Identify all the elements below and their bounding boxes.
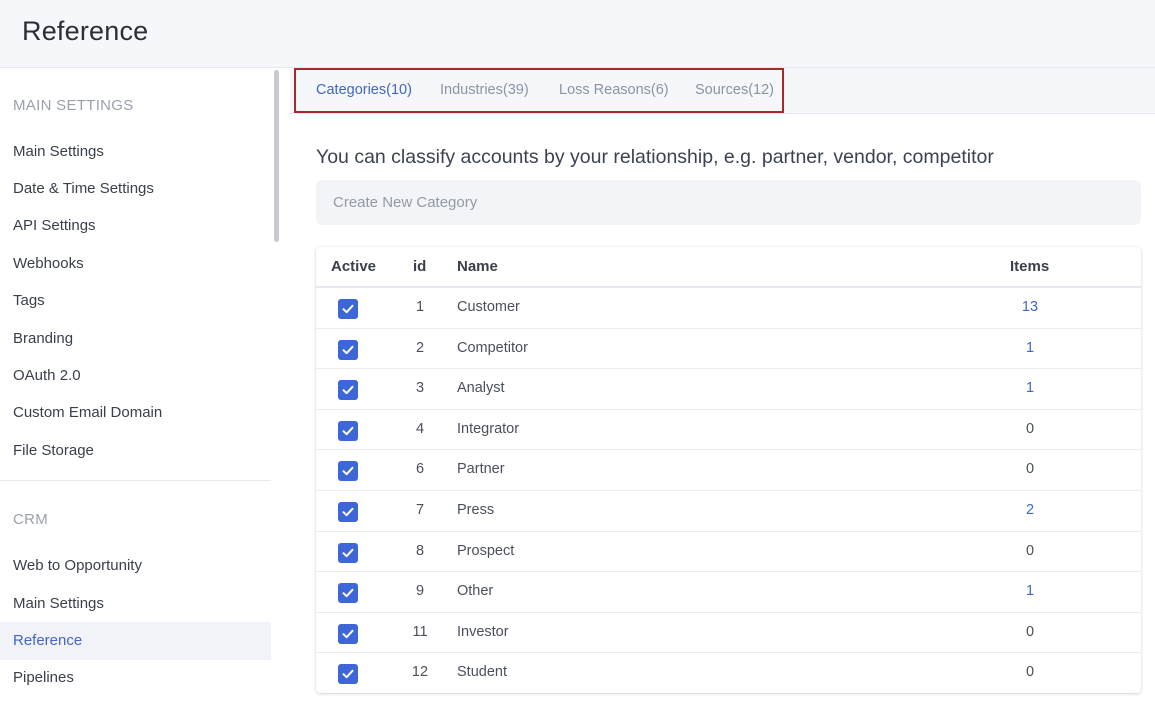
row-id: 2 bbox=[415, 339, 425, 356]
row-name: Competitor bbox=[457, 339, 528, 356]
column-header-active: Active bbox=[331, 258, 377, 275]
column-header-name: Name bbox=[457, 258, 498, 275]
sidebar: MAIN SETTINGS Main Settings Date & Time … bbox=[0, 68, 283, 704]
row-name: Student bbox=[457, 664, 507, 681]
active-checkbox[interactable] bbox=[338, 299, 358, 319]
tab-loss-reasons[interactable]: Loss Reasons(6) bbox=[559, 82, 669, 98]
tab-categories[interactable]: Categories(10) bbox=[316, 82, 412, 98]
table-row: 1 Customer 13 bbox=[316, 288, 1141, 329]
page-title: Reference bbox=[22, 16, 149, 46]
row-id: 11 bbox=[412, 623, 428, 640]
sidebar-item-reference[interactable]: Reference bbox=[0, 622, 271, 660]
row-items-link[interactable]: 1 bbox=[1000, 380, 1060, 396]
tab-bar: Categories(10) Industries(39) Loss Reaso… bbox=[290, 68, 1155, 114]
sidebar-item-webhooks[interactable]: Webhooks bbox=[0, 245, 271, 283]
active-checkbox[interactable] bbox=[338, 623, 358, 644]
tab-industries[interactable]: Industries(39) bbox=[440, 82, 529, 98]
checkmark-icon bbox=[342, 588, 354, 598]
row-name: Analyst bbox=[457, 380, 505, 397]
page-header: Reference bbox=[0, 0, 1155, 68]
table-row: 11 Investor 0 bbox=[316, 613, 1141, 654]
table-row: 3 Analyst 1 bbox=[316, 369, 1141, 410]
sidebar-item-crm-main-settings[interactable]: Main Settings bbox=[0, 585, 271, 623]
row-items-link[interactable]: 1 bbox=[1000, 583, 1060, 599]
tab-group-highlight: Categories(10) Industries(39) Loss Reaso… bbox=[294, 68, 784, 113]
row-name: Other bbox=[457, 583, 494, 600]
row-id: 1 bbox=[415, 299, 425, 315]
row-name: Partner bbox=[457, 461, 505, 478]
table-row: 6 Partner 0 bbox=[316, 450, 1141, 491]
sidebar-item-main-settings[interactable]: Main Settings bbox=[0, 133, 271, 171]
checkmark-icon bbox=[342, 548, 354, 557]
sidebar-item-branding[interactable]: Branding bbox=[0, 320, 271, 358]
active-checkbox[interactable] bbox=[338, 502, 358, 522]
checkmark-icon bbox=[342, 670, 354, 679]
row-name: Integrator bbox=[457, 420, 520, 437]
table-row: 4 Integrator 0 bbox=[316, 410, 1141, 451]
create-category-input[interactable] bbox=[316, 180, 1141, 225]
row-id: 7 bbox=[415, 502, 425, 518]
table-row: 9 Other 1 bbox=[316, 572, 1141, 613]
active-checkbox[interactable] bbox=[338, 664, 358, 685]
row-id: 6 bbox=[415, 461, 425, 478]
row-items-link[interactable]: 1 bbox=[1000, 340, 1060, 356]
row-name: Press bbox=[457, 502, 495, 518]
row-items: 0 bbox=[1025, 420, 1035, 437]
sidebar-item-web-to-opportunity[interactable]: Web to Opportunity bbox=[0, 547, 271, 585]
row-name: Investor bbox=[457, 623, 509, 640]
sidebar-item-tags[interactable]: Tags bbox=[0, 282, 271, 320]
sidebar-section-crm: CRM bbox=[13, 511, 49, 528]
row-id: 8 bbox=[415, 542, 425, 559]
column-header-id: id bbox=[413, 258, 427, 275]
checkmark-icon bbox=[342, 426, 354, 435]
table-row: 12 Student 0 bbox=[316, 653, 1141, 694]
active-checkbox[interactable] bbox=[338, 420, 358, 441]
checkmark-icon bbox=[342, 385, 354, 395]
row-items: 0 bbox=[1025, 542, 1035, 559]
categories-table: Active id Name Items 1 Customer 13 2 Competi… bbox=[316, 247, 1141, 693]
row-items-link[interactable]: 2 bbox=[1000, 502, 1060, 518]
active-checkbox[interactable] bbox=[338, 583, 358, 604]
row-items: 0 bbox=[1025, 623, 1035, 640]
sidebar-item-date-time-settings[interactable]: Date & Time Settings bbox=[0, 170, 271, 208]
row-items: 0 bbox=[1025, 664, 1035, 681]
active-checkbox[interactable] bbox=[338, 339, 358, 360]
table-row: 2 Competitor 1 bbox=[316, 329, 1141, 370]
table-header: Active id Name Items bbox=[316, 247, 1141, 288]
active-checkbox[interactable] bbox=[338, 542, 358, 563]
sidebar-item-oauth[interactable]: OAuth 2.0 bbox=[0, 357, 271, 395]
sidebar-scrollbar[interactable] bbox=[274, 70, 279, 242]
row-items-link[interactable]: 13 bbox=[1000, 299, 1060, 315]
sidebar-item-custom-email-domain[interactable]: Custom Email Domain bbox=[0, 394, 271, 432]
checkmark-icon bbox=[342, 507, 354, 517]
page-description: You can classify accounts by your relati… bbox=[316, 146, 994, 168]
row-id: 9 bbox=[415, 583, 425, 600]
row-id: 4 bbox=[415, 420, 425, 437]
table-row: 8 Prospect 0 bbox=[316, 532, 1141, 573]
sidebar-item-pipelines[interactable]: Pipelines bbox=[0, 659, 271, 697]
sidebar-divider bbox=[0, 480, 271, 481]
checkmark-icon bbox=[342, 467, 354, 476]
tab-sources[interactable]: Sources(12) bbox=[695, 82, 774, 98]
row-name: Prospect bbox=[457, 542, 515, 559]
checkmark-icon bbox=[342, 304, 354, 314]
row-name: Customer bbox=[457, 299, 520, 315]
column-header-items: Items bbox=[1010, 258, 1050, 275]
sidebar-item-api-settings[interactable]: API Settings bbox=[0, 207, 271, 245]
checkmark-icon bbox=[342, 345, 354, 354]
table-row: 7 Press 2 bbox=[316, 491, 1141, 532]
active-checkbox[interactable] bbox=[338, 380, 358, 401]
sidebar-section-main-settings: MAIN SETTINGS bbox=[13, 97, 134, 114]
row-id: 12 bbox=[411, 664, 429, 681]
checkmark-icon bbox=[342, 629, 354, 638]
row-items: 0 bbox=[1025, 461, 1035, 478]
row-id: 3 bbox=[415, 380, 425, 397]
sidebar-item-file-storage[interactable]: File Storage bbox=[0, 432, 271, 470]
active-checkbox[interactable] bbox=[338, 461, 358, 482]
